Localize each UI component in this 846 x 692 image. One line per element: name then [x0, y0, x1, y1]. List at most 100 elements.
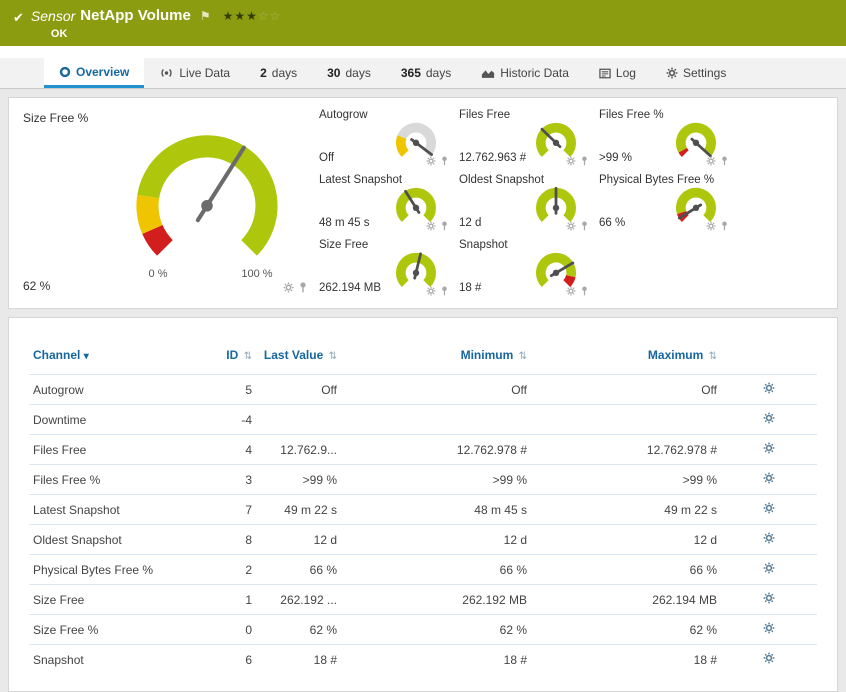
channel-minimum: >99 % — [341, 464, 531, 495]
tab-settings[interactable]: Settings — [651, 58, 741, 88]
gauge-value: 262.194 MB — [319, 282, 382, 294]
column-maximum[interactable]: Maximum ⇅ — [531, 344, 721, 375]
primary-gauge-actions — [283, 282, 307, 293]
gauge-files-free: Files Free % >99 % — [591, 106, 731, 171]
column-label: Channel — [33, 348, 81, 362]
tab-log[interactable]: Log — [584, 58, 651, 88]
tab-bar: Overview Live Data 2 days 30 days 365 days Histo… — [0, 58, 846, 89]
channel-id: 4 — [194, 434, 256, 465]
channel-maximum: Off — [531, 374, 721, 405]
tab-overview[interactable]: Overview — [44, 58, 145, 88]
gauge-settings-icon[interactable] — [706, 156, 716, 166]
gauge-label: Latest Snapshot — [319, 174, 403, 186]
channel-id: 5 — [194, 374, 256, 405]
gauge-label: Size Free — [319, 239, 369, 251]
column-label: ID — [226, 348, 239, 362]
priority-stars[interactable]: ★★★☆☆ — [223, 9, 282, 23]
gauge-settings-icon[interactable] — [566, 221, 576, 231]
gauge-pin-icon[interactable] — [581, 156, 588, 166]
gauge-pin-icon[interactable] — [581, 286, 588, 296]
channel-row-physical-bytes-free: Physical Bytes Free % 2 66 % 66 % 66 % — [29, 554, 817, 585]
channel-minimum: 48 m 45 s — [341, 494, 531, 525]
channel-settings-icon[interactable] — [763, 532, 775, 544]
table-header-row: Channel ▾ ID ⇅ Last Value ⇅ Minimum ⇅ Maximu… — [29, 344, 817, 375]
primary-gauge-label: Size Free % — [23, 111, 89, 125]
channel-row-size-free: Size Free 1 262.192 ... 262.192 MB 262.194 M… — [29, 584, 817, 615]
channel-settings-icon[interactable] — [763, 442, 775, 454]
gauge-value: 12.762.963 # — [459, 152, 527, 164]
column-label: Maximum — [647, 348, 704, 362]
primary-gauge-min-label: 0 % — [148, 268, 168, 280]
historic-data-icon — [481, 68, 495, 79]
channel-minimum: 12 d — [341, 524, 531, 555]
column-minimum[interactable]: Minimum ⇅ — [341, 344, 531, 375]
channel-row-size-free: Size Free % 0 62 % 62 % 62 % — [29, 614, 817, 645]
channel-name[interactable]: Size Free — [29, 584, 194, 615]
channel-name[interactable]: Snapshot — [29, 644, 194, 675]
tab-30-days[interactable]: 30 days — [312, 58, 386, 88]
channel-settings-icon[interactable] — [763, 622, 775, 634]
channel-settings-icon[interactable] — [763, 652, 775, 664]
gauge-settings-icon[interactable] — [706, 221, 716, 231]
channel-settings-icon[interactable] — [763, 562, 775, 574]
channel-name[interactable]: Autogrow — [29, 374, 194, 405]
channel-last-value: >99 % — [256, 464, 341, 495]
gauge-label: Snapshot — [459, 239, 508, 251]
log-icon — [599, 68, 611, 79]
gauge-pin-icon[interactable] — [299, 282, 307, 293]
gauge-settings-icon[interactable] — [566, 286, 576, 296]
flag-icon[interactable]: ⚑ — [200, 9, 211, 23]
channel-name[interactable]: Files Free % — [29, 464, 194, 495]
gauge-settings-icon[interactable] — [426, 156, 436, 166]
tab-label: days — [345, 66, 371, 80]
tab-number: 365 — [400, 66, 421, 80]
gauge-actions — [566, 156, 588, 166]
channel-actions — [721, 524, 817, 555]
column-id[interactable]: ID ⇅ — [194, 344, 256, 375]
gauge-settings-icon[interactable] — [426, 221, 436, 231]
channel-id: -4 — [194, 404, 256, 435]
tab-2-days[interactable]: 2 days — [245, 58, 312, 88]
gauge-pin-icon[interactable] — [441, 286, 448, 296]
gauge-settings-icon[interactable] — [426, 286, 436, 296]
channel-name[interactable]: Latest Snapshot — [29, 494, 194, 525]
channel-name[interactable]: Downtime — [29, 404, 194, 435]
gauge-files-free: Files Free 12.762.963 # — [451, 106, 591, 171]
tab-365-days[interactable]: 365 days — [386, 58, 466, 88]
sensor-header: ✔ Sensor NetApp Volume ⚑ ★★★☆☆ OK — [0, 0, 846, 46]
tab-live-data[interactable]: Live Data — [144, 58, 245, 88]
sort-icon: ⇅ — [708, 351, 717, 362]
primary-gauge: Size Free % 0 % 100 % 62 % — [9, 98, 311, 308]
gauge-pin-icon[interactable] — [441, 156, 448, 166]
channel-name[interactable]: Oldest Snapshot — [29, 524, 194, 555]
column-channel[interactable]: Channel ▾ — [29, 344, 194, 375]
channel-id: 2 — [194, 554, 256, 585]
gauge-value: 18 # — [459, 282, 482, 294]
channel-last-value: 18 # — [256, 644, 341, 675]
status-label: OK — [50, 28, 68, 40]
channel-name[interactable]: Physical Bytes Free % — [29, 554, 194, 585]
channel-name[interactable]: Files Free — [29, 434, 194, 465]
channel-row-autogrow: Autogrow 5 Off Off Off — [29, 374, 817, 405]
channel-actions — [721, 584, 817, 615]
gauge-pin-icon[interactable] — [441, 221, 448, 231]
channel-settings-icon[interactable] — [763, 412, 775, 424]
gauge-pin-icon[interactable] — [721, 156, 728, 166]
channel-actions — [721, 464, 817, 495]
channel-settings-icon[interactable] — [763, 592, 775, 604]
channel-maximum: 49 m 22 s — [531, 494, 721, 525]
gauge-settings-icon[interactable] — [566, 156, 576, 166]
column-last-value[interactable]: Last Value ⇅ — [256, 344, 341, 375]
gauge-actions — [706, 221, 728, 231]
gauge-settings-icon[interactable] — [283, 282, 294, 293]
mini-gauges-grid: Autogrow Off Files Free 12.762.963 # Files F… — [311, 106, 731, 301]
channel-settings-icon[interactable] — [763, 502, 775, 514]
gauge-pin-icon[interactable] — [581, 221, 588, 231]
gauge-pin-icon[interactable] — [721, 221, 728, 231]
tab-historic-data[interactable]: Historic Data — [466, 58, 584, 88]
channel-settings-icon[interactable] — [763, 472, 775, 484]
channel-name[interactable]: Size Free % — [29, 614, 194, 645]
channel-settings-icon[interactable] — [763, 382, 775, 394]
channel-maximum — [531, 404, 721, 435]
column-label: Last Value — [263, 348, 324, 362]
